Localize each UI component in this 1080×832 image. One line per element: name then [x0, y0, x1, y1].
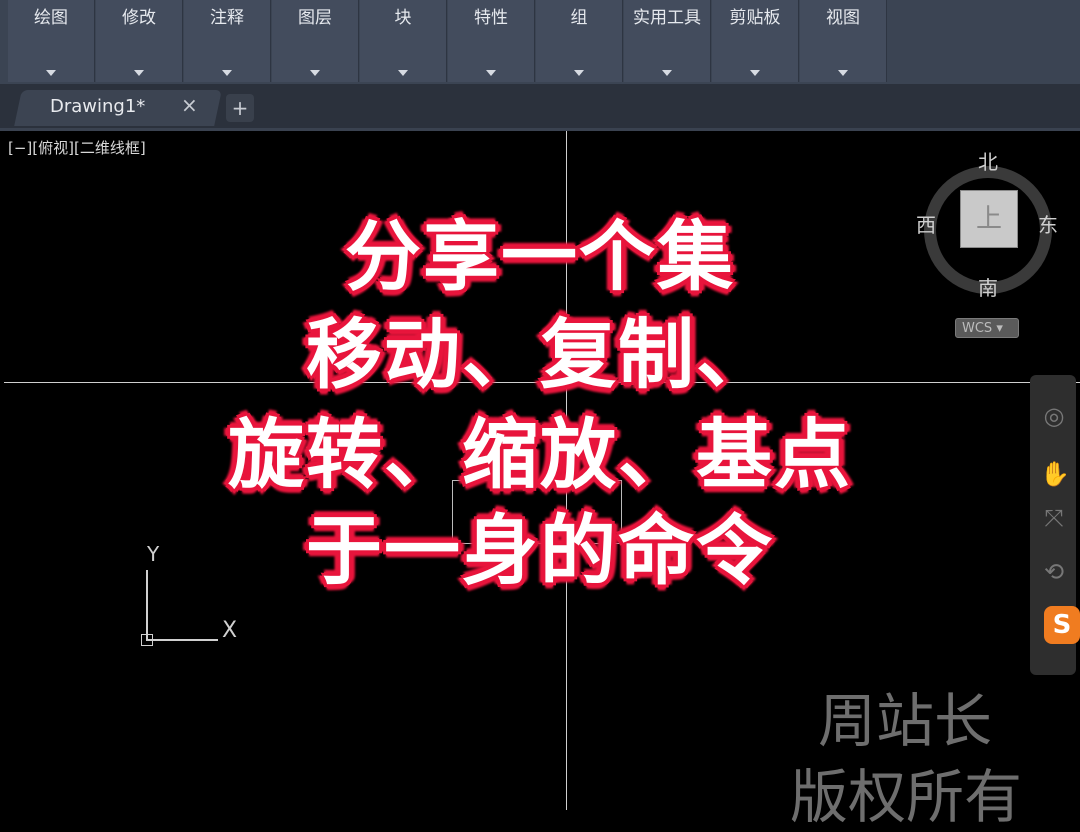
ribbon-tab-view[interactable]: 视图: [800, 0, 887, 82]
ribbon-tab-label: 修改: [122, 8, 156, 28]
ribbon-tab-label: 组: [570, 8, 588, 28]
ribbon-tab-label: 实用工具: [633, 8, 701, 28]
chevron-down-icon[interactable]: [134, 70, 144, 76]
ucs-x-axis: [146, 639, 218, 641]
caption-line-3: 旋转、缩放、基点: [228, 410, 852, 499]
ribbon-tab-layers[interactable]: 图层: [272, 0, 359, 82]
ribbon-tab-label: 视图: [826, 8, 860, 28]
chevron-down-icon[interactable]: [398, 70, 408, 76]
ribbon-tab-clipboard[interactable]: 剪贴板: [712, 0, 799, 82]
chevron-down-icon[interactable]: [310, 70, 320, 76]
ucs-x-label: X: [222, 618, 238, 643]
ribbon-tab-label: 注释: [210, 8, 244, 28]
ribbon-tab-properties[interactable]: 特性: [448, 0, 535, 82]
watermark-author: 周站长: [818, 687, 993, 755]
ribbon-tab-groups[interactable]: 组: [536, 0, 623, 82]
chevron-down-icon[interactable]: [838, 70, 848, 76]
ribbon-tab-modify[interactable]: 修改: [96, 0, 183, 82]
ribbon-tab-draw[interactable]: 绘图: [8, 0, 95, 82]
ribbon-tab-label: 特性: [474, 8, 508, 28]
ribbon-tab-annotate[interactable]: 注释: [184, 0, 271, 82]
chevron-down-icon[interactable]: [46, 70, 56, 76]
close-icon[interactable]: ×: [181, 93, 198, 117]
caption-line-1: 分享一个集: [345, 212, 735, 301]
file-tab-bar: [0, 84, 1080, 131]
ucs-origin-icon: [141, 634, 153, 646]
file-tab-title[interactable]: Drawing1*: [50, 96, 145, 117]
ribbon-tab-label: 绘图: [34, 8, 68, 28]
watermark-copyright: 版权所有: [790, 763, 1023, 831]
caption-line-4: 于一身的命令: [306, 506, 774, 595]
chevron-down-icon[interactable]: [222, 70, 232, 76]
ribbon-tab-label: 块: [394, 8, 412, 28]
ribbon-tab-block[interactable]: 块: [360, 0, 447, 82]
ribbon-tab-label: 剪贴板: [729, 8, 781, 28]
chevron-down-icon[interactable]: [662, 70, 672, 76]
chevron-down-icon[interactable]: [750, 70, 760, 76]
ribbon-tab-label: 图层: [298, 8, 332, 28]
ribbon-tab-utilities[interactable]: 实用工具: [624, 0, 711, 82]
chevron-down-icon[interactable]: [574, 70, 584, 76]
viewcube-north[interactable]: 北: [978, 146, 998, 175]
viewport-controls-label[interactable]: [−][俯视][二维线框]: [8, 137, 146, 158]
caption-line-2: 移动、复制、: [306, 310, 774, 399]
ribbon: 绘图 修改 注释 图层 块 特性 组 实用工具 剪贴板 视图: [0, 0, 1080, 85]
chevron-down-icon[interactable]: [486, 70, 496, 76]
new-tab-button[interactable]: +: [226, 94, 254, 122]
input-method-logo-icon: S: [1044, 606, 1080, 644]
